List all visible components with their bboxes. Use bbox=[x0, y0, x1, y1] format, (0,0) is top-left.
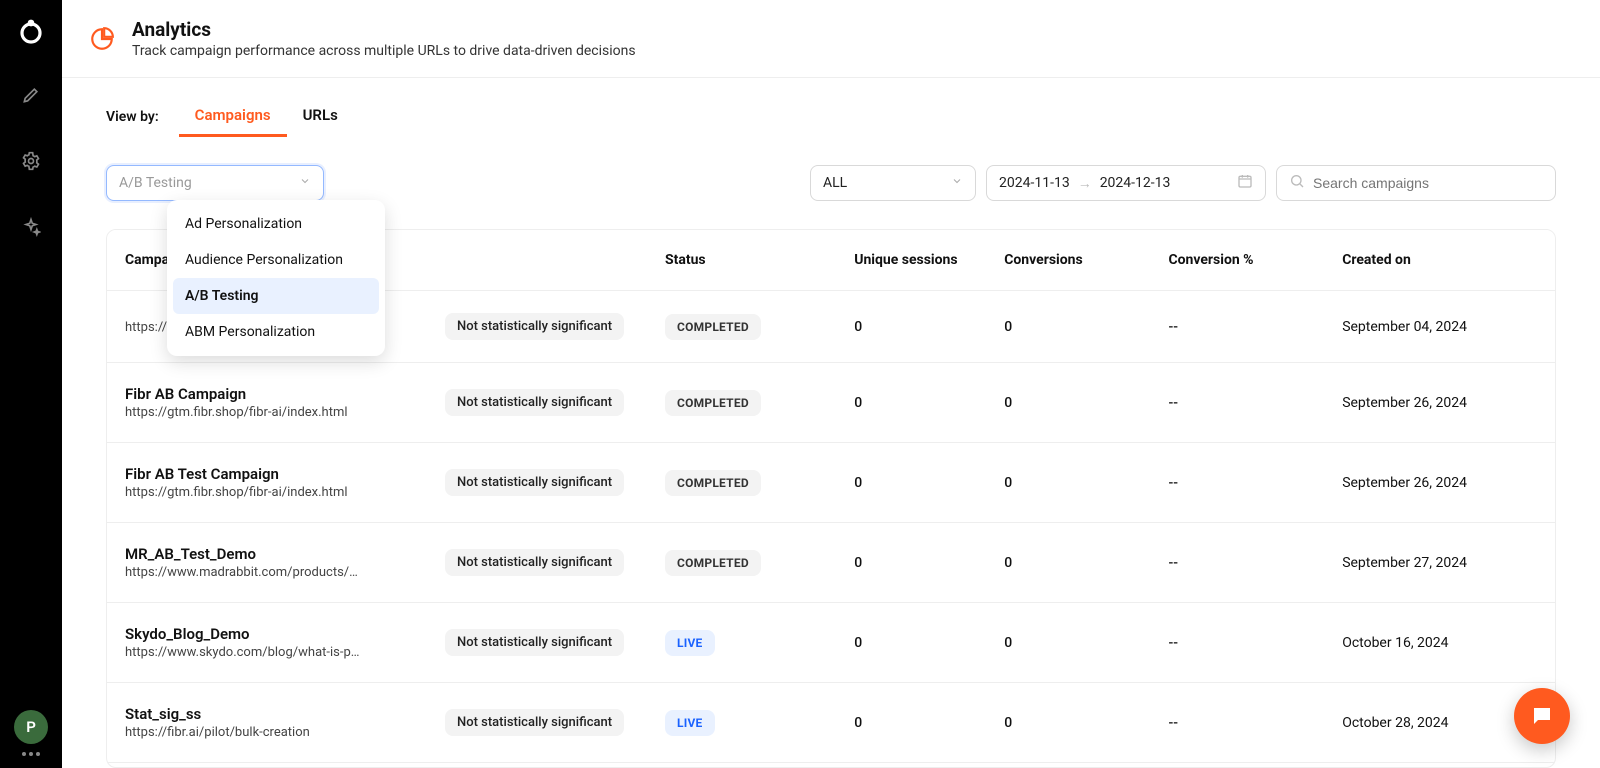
more-menu-icon[interactable] bbox=[22, 744, 40, 760]
analytics-icon bbox=[88, 25, 116, 53]
created-value: September 04, 2024 bbox=[1324, 291, 1555, 363]
search-input[interactable] bbox=[1313, 175, 1543, 191]
status-badge: LIVE bbox=[665, 710, 715, 736]
conversions-value: 0 bbox=[986, 363, 1150, 443]
campaign-type-placeholder: A/B Testing bbox=[119, 175, 192, 191]
significance-badge: Not statistically significant bbox=[445, 549, 624, 576]
conversions-value: 0 bbox=[986, 683, 1150, 763]
sidebar-item-editor[interactable] bbox=[0, 62, 62, 128]
rate-value: -- bbox=[1150, 291, 1324, 363]
avatar[interactable]: P bbox=[14, 710, 48, 744]
conversions-value: 0 bbox=[986, 603, 1150, 683]
conversions-value: 0 bbox=[986, 523, 1150, 603]
table-row[interactable]: Stat_sig_ss https://fibr.ai/pilot/bulk-cr… bbox=[107, 683, 1555, 763]
date-range-start: 2024-11-13 bbox=[999, 175, 1070, 191]
col-status: Status bbox=[647, 230, 836, 291]
dropdown-option[interactable]: Ad Personalization bbox=[173, 206, 379, 242]
sessions-value: 0 bbox=[836, 291, 986, 363]
campaign-url: https://fibr.ai/pilot/bulk-creation bbox=[125, 725, 405, 740]
sidebar-nav: P bbox=[0, 0, 62, 768]
col-sessions: Unique sessions bbox=[836, 230, 986, 291]
chat-icon bbox=[1530, 704, 1554, 728]
table-row[interactable]: Skydo_Blog_Demo https://www.skydo.com/blo… bbox=[107, 603, 1555, 683]
viewby-tabs: Campaigns URLs bbox=[179, 96, 354, 137]
created-value: October 16, 2024 bbox=[1324, 603, 1555, 683]
created-value: September 26, 2024 bbox=[1324, 443, 1555, 523]
sparkle-icon bbox=[21, 217, 41, 237]
pie-chart-icon bbox=[89, 26, 115, 52]
campaign-url: https://gtm.fibr.shop/fibr-ai/index.html bbox=[125, 485, 405, 500]
campaign-type-dropdown: Ad Personalization Audience Personalizat… bbox=[167, 200, 385, 356]
significance-badge: Not statistically significant bbox=[445, 709, 624, 736]
campaign-name: Fibr AB Test Campaign bbox=[125, 465, 409, 483]
col-rate: Conversion % bbox=[1150, 230, 1324, 291]
campaign-name: Skydo_Blog_Demo bbox=[125, 625, 409, 643]
col-created: Created on bbox=[1324, 230, 1555, 291]
search-icon bbox=[1289, 173, 1305, 193]
sessions-value: 0 bbox=[836, 683, 986, 763]
date-range-end: 2024-12-13 bbox=[1100, 175, 1171, 191]
status-select-value: ALL bbox=[823, 175, 847, 191]
status-badge: COMPLETED bbox=[665, 550, 761, 576]
sidebar-item-settings[interactable] bbox=[0, 128, 62, 194]
col-conversions: Conversions bbox=[986, 230, 1150, 291]
status-badge: COMPLETED bbox=[665, 314, 761, 340]
conversions-value: 0 bbox=[986, 291, 1150, 363]
sessions-value: 0 bbox=[836, 363, 986, 443]
rate-value: -- bbox=[1150, 523, 1324, 603]
significance-badge: Not statistically significant bbox=[445, 469, 624, 496]
table-row[interactable]: Fibr AB Campaign https://gtm.fibr.shop/fi… bbox=[107, 363, 1555, 443]
rate-value: -- bbox=[1150, 683, 1324, 763]
arrow-right-icon: → bbox=[1078, 175, 1092, 192]
avatar-initial: P bbox=[26, 718, 36, 736]
status-badge: COMPLETED bbox=[665, 390, 761, 416]
page-header: Analytics Track campaign performance acr… bbox=[62, 0, 1600, 78]
created-value: September 26, 2024 bbox=[1324, 363, 1555, 443]
table-row[interactable]: MR_AB_Test_Demo https://www.madrabbit.com… bbox=[107, 523, 1555, 603]
created-value: September 27, 2024 bbox=[1324, 523, 1555, 603]
dropdown-option[interactable]: Audience Personalization bbox=[173, 242, 379, 278]
gear-icon bbox=[21, 151, 41, 171]
dropdown-option[interactable]: A/B Testing bbox=[173, 278, 379, 314]
app-logo[interactable] bbox=[0, 0, 62, 62]
status-badge: COMPLETED bbox=[665, 470, 761, 496]
campaign-name: Fibr AB Campaign bbox=[125, 385, 409, 403]
significance-badge: Not statistically significant bbox=[445, 629, 624, 656]
page-subtitle: Track campaign performance across multip… bbox=[132, 43, 636, 59]
calendar-icon bbox=[1237, 173, 1253, 193]
rate-value: -- bbox=[1150, 443, 1324, 523]
chevron-down-icon bbox=[299, 175, 311, 191]
date-range-picker[interactable]: 2024-11-13 → 2024-12-13 bbox=[986, 165, 1266, 201]
status-select[interactable]: ALL bbox=[810, 165, 976, 201]
table-row[interactable]: Fibr AB Test Campaign https://gtm.fibr.sh… bbox=[107, 443, 1555, 523]
logo-icon bbox=[16, 16, 46, 46]
campaign-name: MR_AB_Test_Demo bbox=[125, 545, 409, 563]
dropdown-option[interactable]: ABM Personalization bbox=[173, 314, 379, 350]
viewby-row: View by: Campaigns URLs bbox=[62, 78, 1600, 137]
rate-value: -- bbox=[1150, 363, 1324, 443]
campaign-url: https://www.madrabbit.com/products/… bbox=[125, 565, 405, 580]
significance-badge: Not statistically significant bbox=[445, 389, 624, 416]
rate-value: -- bbox=[1150, 603, 1324, 683]
sessions-value: 0 bbox=[836, 443, 986, 523]
col-note bbox=[427, 230, 647, 291]
campaign-name: Stat_sig_ss bbox=[125, 705, 409, 723]
campaign-url: https://www.skydo.com/blog/what-is-p… bbox=[125, 645, 405, 660]
conversions-value: 0 bbox=[986, 443, 1150, 523]
significance-badge: Not statistically significant bbox=[445, 313, 624, 340]
viewby-label: View by: bbox=[106, 109, 159, 125]
status-badge: LIVE bbox=[665, 630, 715, 656]
tab-urls[interactable]: URLs bbox=[287, 96, 354, 137]
chevron-down-icon bbox=[951, 175, 963, 191]
search-box[interactable] bbox=[1276, 165, 1556, 201]
page-title: Analytics bbox=[132, 18, 636, 41]
sidebar-item-ai[interactable] bbox=[0, 194, 62, 260]
sessions-value: 0 bbox=[836, 523, 986, 603]
campaign-type-select[interactable]: A/B Testing bbox=[106, 165, 324, 201]
pencil-icon bbox=[21, 85, 41, 105]
chat-fab[interactable] bbox=[1514, 688, 1570, 744]
tab-campaigns[interactable]: Campaigns bbox=[179, 96, 287, 137]
sessions-value: 0 bbox=[836, 603, 986, 683]
campaign-url: https://gtm.fibr.shop/fibr-ai/index.html bbox=[125, 405, 405, 420]
